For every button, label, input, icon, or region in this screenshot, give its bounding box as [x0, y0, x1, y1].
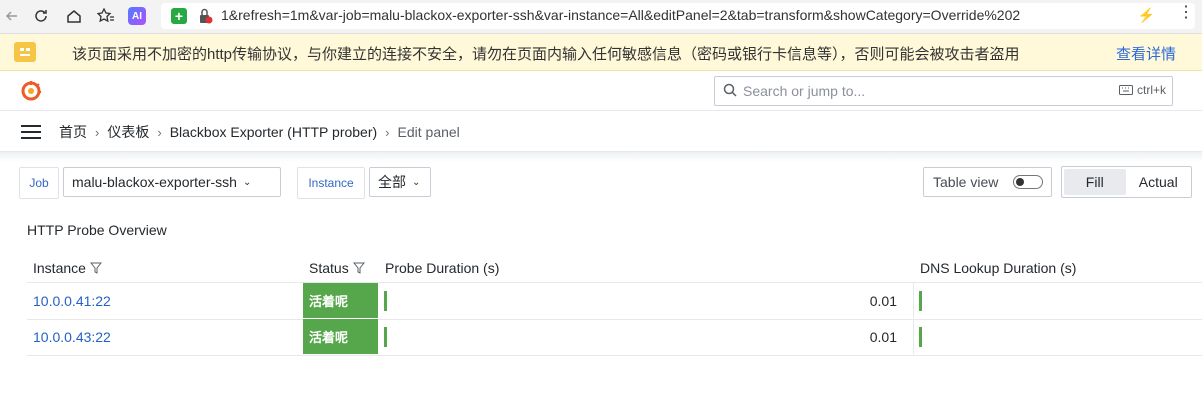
back-arrow-icon[interactable] [2, 6, 22, 26]
keyboard-icon [1118, 85, 1133, 95]
warning-message: 该页面采用不加密的http传输协议，与你建立的连接不安全，请勿在页面内输入任何敏… [72, 46, 1020, 63]
shortcut-text: ctrl+k [1136, 83, 1166, 97]
table-header: Instance Status Probe Duration (s) DNS L… [27, 254, 1202, 283]
column-label: DNS Lookup Duration (s) [920, 260, 1077, 276]
shield-icon: + [171, 8, 187, 24]
insecure-lock-icon[interactable] [197, 7, 213, 30]
job-variable-label: Job [19, 167, 59, 199]
view-details-link[interactable]: 查看详情 [1116, 43, 1176, 64]
breadcrumb-dashboards[interactable]: 仪表板 [107, 122, 149, 142]
browser-toolbar: AI + 1&refresh=1m&var-job=malu-blackox-e… [0, 0, 1202, 34]
table-view-toggle[interactable]: Table view [923, 167, 1052, 197]
chevron-down-icon: ⌄ [242, 176, 252, 188]
column-header-probe-duration[interactable]: Probe Duration (s) [385, 260, 499, 276]
job-variable-value: malu-blackox-exporter-ssh [72, 174, 237, 190]
fill-button[interactable]: Fill [1064, 169, 1126, 195]
status-badge: 活着呢 [303, 319, 378, 354]
table-row: 10.0.0.43:22 活着呢 0.01 [27, 319, 1202, 356]
probe-duration-bar [384, 327, 387, 347]
dns-lookup-bar [919, 327, 922, 347]
address-bar[interactable]: + 1&refresh=1m&var-job=malu-blackox-expo… [161, 3, 1195, 29]
instance-link[interactable]: 10.0.0.43:22 [33, 329, 111, 345]
column-header-status[interactable]: Status [309, 260, 365, 276]
table-row: 10.0.0.41:22 活着呢 0.01 [27, 283, 1202, 320]
top-nav: Search or jump to... ctrl+k [0, 71, 1202, 111]
divider [913, 319, 914, 354]
probe-duration-bar [384, 291, 387, 311]
column-label: Instance [33, 260, 86, 276]
probe-duration-value: 0.01 [869, 293, 897, 309]
ai-assistant-icon[interactable]: AI [127, 6, 147, 26]
home-icon[interactable] [64, 6, 84, 26]
panel-title: HTTP Probe Overview [27, 222, 167, 238]
column-label: Status [309, 260, 349, 276]
instance-variable-value: 全部 [378, 174, 406, 190]
chevron-down-icon: ⌄ [412, 176, 421, 188]
column-header-instance[interactable]: Instance [33, 260, 102, 276]
insecure-warning-bar: 该页面采用不加密的http传输协议，与你建立的连接不安全，请勿在页面内输入任何敏… [0, 34, 1202, 71]
actual-button[interactable]: Actual [1128, 169, 1190, 195]
table-view-label: Table view [933, 174, 999, 190]
toggle-switch[interactable] [1013, 175, 1043, 189]
search-placeholder: Search or jump to... [743, 83, 866, 99]
instance-variable-select[interactable]: 全部 ⌄ [369, 167, 431, 197]
filter-icon[interactable] [352, 262, 365, 274]
divider [913, 283, 914, 318]
filter-icon[interactable] [89, 262, 102, 274]
job-variable-select[interactable]: malu-blackox-exporter-ssh ⌄ [63, 167, 281, 197]
breadcrumb-bar: 首页 › 仪表板 › Blackbox Exporter (HTTP probe… [0, 111, 1202, 152]
divider [0, 152, 1202, 162]
more-menu-icon[interactable]: ⋮ [1178, 2, 1194, 22]
grafana-logo-icon[interactable] [20, 80, 42, 102]
search-input[interactable]: Search or jump to... ctrl+k [714, 76, 1173, 106]
chevron-right-icon: › [157, 124, 162, 140]
breadcrumb-edit-panel: Edit panel [397, 124, 460, 140]
breadcrumb-home[interactable]: 首页 [59, 122, 87, 142]
breadcrumb-dashboard[interactable]: Blackbox Exporter (HTTP prober) [170, 124, 377, 140]
instance-variable-label: Instance [297, 167, 365, 199]
shortcut-hint: ctrl+k [1118, 83, 1166, 97]
favorites-star-icon[interactable] [96, 6, 116, 26]
status-badge: 活着呢 [303, 283, 378, 318]
chevron-right-icon: › [95, 124, 100, 140]
search-icon [723, 83, 737, 102]
dns-lookup-bar [919, 291, 922, 311]
instance-link[interactable]: 10.0.0.41:22 [33, 293, 111, 309]
lightning-icon[interactable]: ⚡ [1138, 7, 1155, 24]
reload-icon[interactable] [31, 6, 51, 26]
menu-hamburger-icon[interactable] [21, 125, 41, 139]
probe-duration-value: 0.01 [869, 329, 897, 345]
column-label: Probe Duration (s) [385, 260, 500, 276]
fill-actual-selector: Fill Actual [1061, 166, 1192, 198]
url-text: 1&refresh=1m&var-job=malu-blackox-export… [221, 7, 1021, 23]
warning-icon [14, 42, 36, 62]
chevron-right-icon: › [385, 124, 390, 140]
breadcrumb: 首页 › 仪表板 › Blackbox Exporter (HTTP probe… [59, 122, 460, 142]
column-header-dns-lookup[interactable]: DNS Lookup Duration (s) [920, 260, 1076, 276]
ai-badge: AI [128, 7, 146, 25]
